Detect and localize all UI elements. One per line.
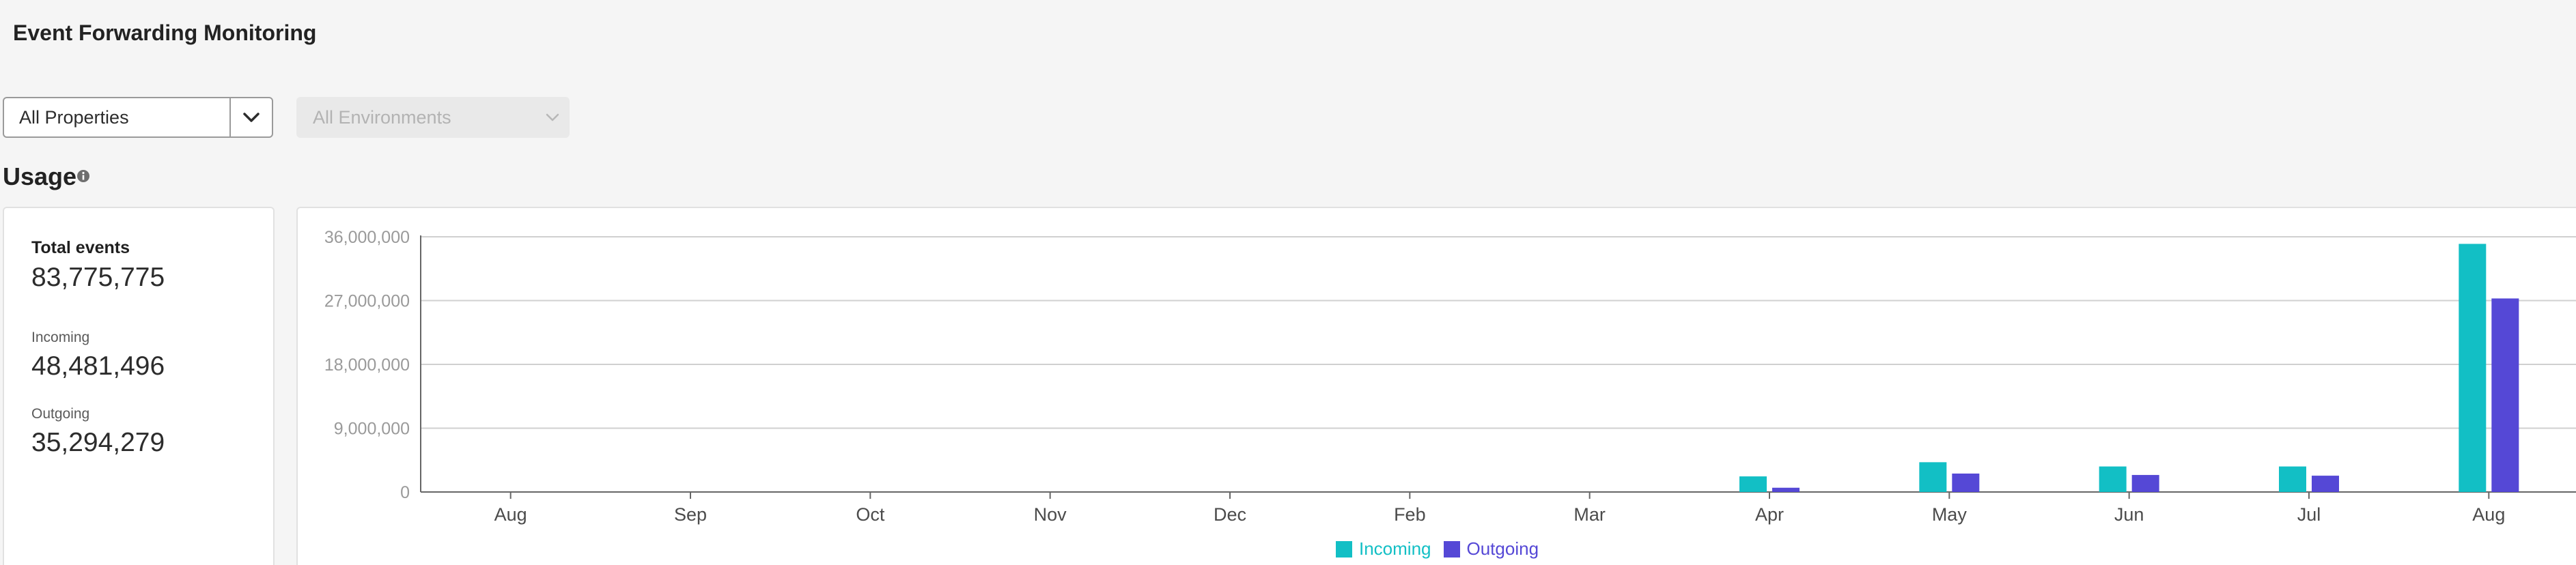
usage-heading: Usage	[3, 162, 77, 190]
bar-outgoing	[1772, 487, 1800, 492]
bar-incoming	[1739, 476, 1767, 492]
property-picker-value: All Properties	[19, 106, 129, 128]
property-picker-toggle[interactable]	[229, 98, 272, 136]
x-tick-label: Aug	[494, 504, 527, 525]
info-icon[interactable]	[76, 169, 90, 183]
chevron-down-icon	[243, 113, 260, 122]
x-tick-label: May	[1932, 504, 1968, 525]
legend-item-outgoing[interactable]: Outgoing	[1443, 538, 1539, 560]
x-tick-label: Feb	[1394, 504, 1426, 525]
legend-swatch-outgoing	[1443, 540, 1460, 557]
property-picker[interactable]: All Properties	[3, 97, 273, 138]
environment-chevron	[535, 113, 570, 122]
legend-swatch-incoming	[1336, 540, 1352, 557]
y-tick-label: 36,000,000	[324, 228, 410, 247]
legend-label-outgoing: Outgoing	[1466, 538, 1539, 559]
usage-bar-chart: 0 9,000,000 18,000,000 27,000,000 36,000,000…	[324, 228, 2576, 525]
event-forwarding-monitoring-page: Event Forwarding Monitoring All Properti…	[0, 0, 2576, 565]
bar-incoming	[1919, 462, 1947, 492]
legend-item-incoming[interactable]: Incoming	[1336, 538, 1431, 560]
total-events-value: 83,775,775	[31, 263, 165, 292]
incoming-value: 48,481,496	[31, 351, 165, 381]
bar-incoming	[2279, 466, 2306, 492]
chevron-down-icon	[546, 113, 559, 121]
outgoing-label: Outgoing	[31, 406, 90, 422]
x-tick-label: Jun	[2114, 504, 2144, 525]
usage-stats-card: Total events 83,775,775 Incoming 48,481,…	[3, 207, 275, 565]
x-tick-label: Mar	[1573, 504, 1606, 525]
environment-picker[interactable]: All Environments	[296, 97, 570, 138]
bar-incoming	[2099, 466, 2127, 492]
x-tick-label: Nov	[1034, 504, 1067, 525]
environment-picker-value: All Environments	[313, 106, 451, 128]
y-tick-label: 27,000,000	[324, 292, 410, 311]
x-tick-label: Jul	[2297, 504, 2321, 525]
x-tick-label: Oct	[856, 504, 885, 525]
x-tick-label: Apr	[1755, 504, 1784, 525]
bar-outgoing	[2131, 475, 2159, 492]
usage-chart-card: 0 9,000,000 18,000,000 27,000,000 36,000,000…	[296, 207, 2576, 565]
incoming-label: Incoming	[31, 330, 90, 345]
bar-incoming	[2459, 244, 2487, 492]
legend-label-incoming: Incoming	[1359, 538, 1431, 559]
bar-outgoing	[2312, 476, 2339, 492]
page-title: Event Forwarding Monitoring	[13, 20, 317, 45]
y-tick-label: 18,000,000	[324, 356, 410, 375]
bar-outgoing	[1952, 473, 1980, 492]
bar-outgoing	[2491, 298, 2519, 492]
x-tick-label: Dec	[1214, 504, 1246, 525]
y-tick-label: 0	[400, 483, 410, 502]
x-tick-label: Aug	[2472, 504, 2505, 525]
chart-legend: Incoming Outgoing	[1336, 538, 1539, 560]
total-events-label: Total events	[31, 238, 130, 257]
outgoing-value: 35,294,279	[31, 428, 165, 457]
y-tick-label: 9,000,000	[334, 420, 410, 439]
x-tick-label: Sep	[674, 504, 707, 525]
